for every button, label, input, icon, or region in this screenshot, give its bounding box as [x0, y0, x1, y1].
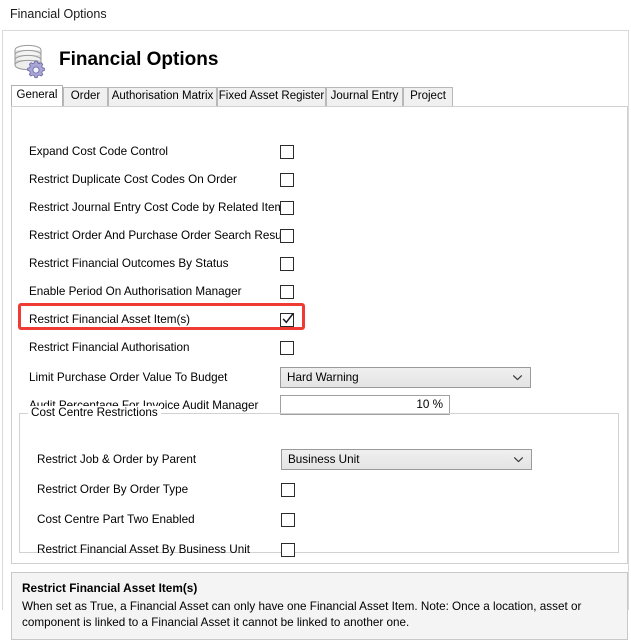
- help-panel-body: When set as True, a Financial Asset can …: [22, 600, 582, 629]
- checkbox-restrict-order-and-purchase-order-search-result[interactable]: [280, 229, 294, 243]
- tab-order[interactable]: Order: [63, 87, 108, 106]
- tab-authorisation-matrix[interactable]: Authorisation Matrix: [108, 87, 217, 106]
- chevron-down-icon: [513, 375, 522, 381]
- combo-limit-purchase-order-value-to-budget[interactable]: Hard Warning: [280, 367, 531, 388]
- row-restrict-financial-outcomes-by-status: Restrict Financial Outcomes By Status: [12, 255, 612, 273]
- tab-authorisation-matrix-label: Authorisation Matrix: [111, 90, 214, 102]
- tab-strip: General Order Authorisation Matrix Fixed…: [11, 85, 628, 107]
- help-panel: Restrict Financial Asset Item(s) When se…: [11, 572, 628, 640]
- tab-general[interactable]: General: [11, 85, 63, 106]
- window-title-text: Financial Options: [10, 7, 107, 21]
- tab-order-label: Order: [70, 90, 101, 102]
- combo-restrict-job-and-order-by-parent[interactable]: Business Unit: [281, 449, 532, 470]
- label-restrict-financial-asset-by-business-unit: Restrict Financial Asset By Business Uni…: [37, 543, 251, 556]
- window-title-bar: Financial Options: [0, 0, 631, 30]
- page-title: Financial Options: [59, 49, 219, 70]
- client-area: Financial Options General Order Authoris…: [2, 30, 629, 640]
- label-restrict-financial-authorisation: Restrict Financial Authorisation: [29, 341, 190, 354]
- label-restrict-duplicate-cost-codes-on-order: Restrict Duplicate Cost Codes On Order: [29, 173, 237, 186]
- checkbox-restrict-journal-entry-cost-code-by-related-item[interactable]: [280, 201, 294, 215]
- input-audit-percentage-for-invoice-audit-manager[interactable]: 10 %: [280, 395, 450, 415]
- combo-limit-purchase-order-value-to-budget-value: Hard Warning: [287, 371, 359, 384]
- cost-centre-restrictions-title: Cost Centre Restrictions: [28, 406, 161, 419]
- tab-journal-entry[interactable]: Journal Entry: [326, 87, 403, 106]
- row-restrict-duplicate-cost-codes-on-order: Restrict Duplicate Cost Codes On Order: [12, 171, 612, 189]
- label-restrict-order-and-purchase-order-search-result: Restrict Order And Purchase Order Search…: [29, 229, 288, 242]
- row-restrict-journal-entry-cost-code-by-related-item: Restrict Journal Entry Cost Code by Rela…: [12, 199, 612, 217]
- row-restrict-order-by-order-type: Restrict Order By Order Type: [20, 481, 620, 499]
- tab-fixed-asset-register[interactable]: Fixed Asset Register: [217, 87, 326, 106]
- checkbox-restrict-order-by-order-type[interactable]: [281, 483, 295, 497]
- page-header: Financial Options: [3, 31, 628, 83]
- help-panel-title: Restrict Financial Asset Item(s): [22, 581, 198, 595]
- label-limit-purchase-order-value-to-budget: Limit Purchase Order Value To Budget: [29, 371, 228, 384]
- tab-project-label: Project: [410, 90, 446, 102]
- checkbox-restrict-financial-authorisation[interactable]: [280, 341, 294, 355]
- checkbox-enable-period-on-authorisation-manager[interactable]: [280, 285, 294, 299]
- row-expand-cost-code-control: Expand Cost Code Control: [12, 143, 612, 161]
- tab-general-label: General: [16, 89, 58, 101]
- tab-fixed-asset-register-label: Fixed Asset Register: [218, 90, 325, 102]
- row-limit-purchase-order-value-to-budget: Limit Purchase Order Value To Budget Har…: [12, 367, 612, 388]
- row-restrict-job-and-order-by-parent: Restrict Job & Order by Parent Business …: [20, 449, 620, 470]
- tab-journal-entry-label: Journal Entry: [330, 90, 399, 102]
- label-restrict-job-and-order-by-parent: Restrict Job & Order by Parent: [37, 453, 197, 466]
- tab-project[interactable]: Project: [403, 87, 453, 106]
- row-restrict-financial-asset-items: Restrict Financial Asset Item(s): [12, 311, 612, 329]
- row-restrict-order-and-purchase-order-search-result: Restrict Order And Purchase Order Search…: [12, 227, 612, 245]
- label-cost-centre-part-two-enabled: Cost Centre Part Two Enabled: [37, 513, 195, 526]
- checkbox-restrict-financial-asset-by-business-unit[interactable]: [281, 543, 295, 557]
- row-enable-period-on-authorisation-manager: Enable Period On Authorisation Manager: [12, 283, 612, 301]
- database-gear-icon: [10, 41, 54, 81]
- chevron-down-icon: [514, 457, 523, 463]
- label-expand-cost-code-control: Expand Cost Code Control: [29, 145, 169, 158]
- cost-centre-restrictions-group: Cost Centre Restrictions Restrict Job & …: [19, 406, 620, 557]
- row-restrict-financial-asset-by-business-unit: Restrict Financial Asset By Business Uni…: [20, 541, 620, 559]
- label-enable-period-on-authorisation-manager: Enable Period On Authorisation Manager: [29, 285, 242, 298]
- checkbox-restrict-financial-outcomes-by-status[interactable]: [280, 257, 294, 271]
- checkbox-expand-cost-code-control[interactable]: [280, 145, 294, 159]
- general-tab-panel: Expand Cost Code Control Restrict Duplic…: [11, 106, 628, 564]
- label-restrict-financial-asset-items: Restrict Financial Asset Item(s): [29, 313, 191, 326]
- label-restrict-financial-outcomes-by-status: Restrict Financial Outcomes By Status: [29, 257, 229, 270]
- label-restrict-journal-entry-cost-code-by-related-item: Restrict Journal Entry Cost Code by Rela…: [29, 201, 285, 214]
- row-restrict-financial-authorisation: Restrict Financial Authorisation: [12, 339, 612, 357]
- checkbox-restrict-financial-asset-items[interactable]: [280, 313, 294, 327]
- row-cost-centre-part-two-enabled: Cost Centre Part Two Enabled: [20, 511, 620, 529]
- combo-restrict-job-and-order-by-parent-value: Business Unit: [288, 453, 360, 466]
- checkbox-cost-centre-part-two-enabled[interactable]: [281, 513, 295, 527]
- checkbox-restrict-duplicate-cost-codes-on-order[interactable]: [280, 173, 294, 187]
- financial-options-window: Financial Options Financial Options Gene…: [0, 0, 631, 640]
- input-audit-percentage-value: 10 %: [416, 398, 443, 411]
- label-restrict-order-by-order-type: Restrict Order By Order Type: [37, 483, 189, 496]
- check-mark-icon: [282, 313, 294, 324]
